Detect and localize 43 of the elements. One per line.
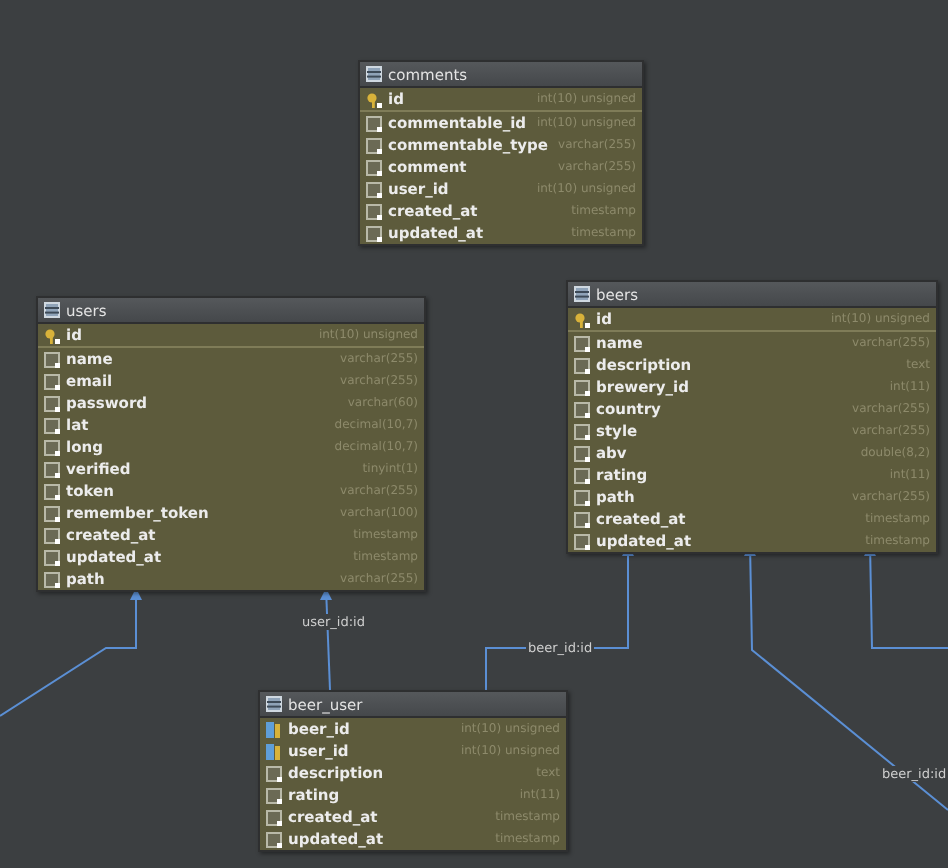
- column-icon: [44, 373, 60, 389]
- column-icon: [44, 351, 60, 367]
- column-icon: [574, 533, 590, 549]
- column-icon: [574, 335, 590, 351]
- table-icon: [366, 66, 382, 82]
- column-icon: [366, 137, 382, 153]
- foreign-key-icon: [266, 721, 282, 737]
- column-icon: [574, 379, 590, 395]
- column-icon: [44, 483, 60, 499]
- relation-arrow: [0, 587, 142, 717]
- column-icon: [366, 115, 382, 131]
- column-icon: [266, 787, 282, 803]
- column-icon: [574, 401, 590, 417]
- column-icon: [574, 357, 590, 373]
- table-icon: [574, 286, 590, 302]
- column-icon: [44, 571, 60, 587]
- table-icon: [44, 302, 60, 318]
- table-card[interactable]: [566, 280, 938, 554]
- column-icon: [366, 159, 382, 175]
- column-icon: [266, 765, 282, 781]
- column-icon: [266, 809, 282, 825]
- column-icon: [574, 467, 590, 483]
- key-icon: [366, 91, 382, 107]
- table-card[interactable]: [36, 296, 426, 592]
- column-icon: [44, 549, 60, 565]
- column-icon: [44, 439, 60, 455]
- column-icon: [44, 505, 60, 521]
- column-icon: [574, 423, 590, 439]
- column-icon: [574, 489, 590, 505]
- column-icon: [266, 831, 282, 847]
- column-icon: [366, 225, 382, 241]
- column-icon: [366, 203, 382, 219]
- key-icon: [44, 327, 60, 343]
- column-icon: [44, 461, 60, 477]
- column-icon: [44, 417, 60, 433]
- foreign-key-icon: [266, 743, 282, 759]
- column-icon: [574, 511, 590, 527]
- key-icon: [574, 311, 590, 327]
- column-icon: [44, 527, 60, 543]
- table-icon: [266, 696, 282, 712]
- column-icon: [44, 395, 60, 411]
- column-icon: [366, 181, 382, 197]
- column-icon: [574, 445, 590, 461]
